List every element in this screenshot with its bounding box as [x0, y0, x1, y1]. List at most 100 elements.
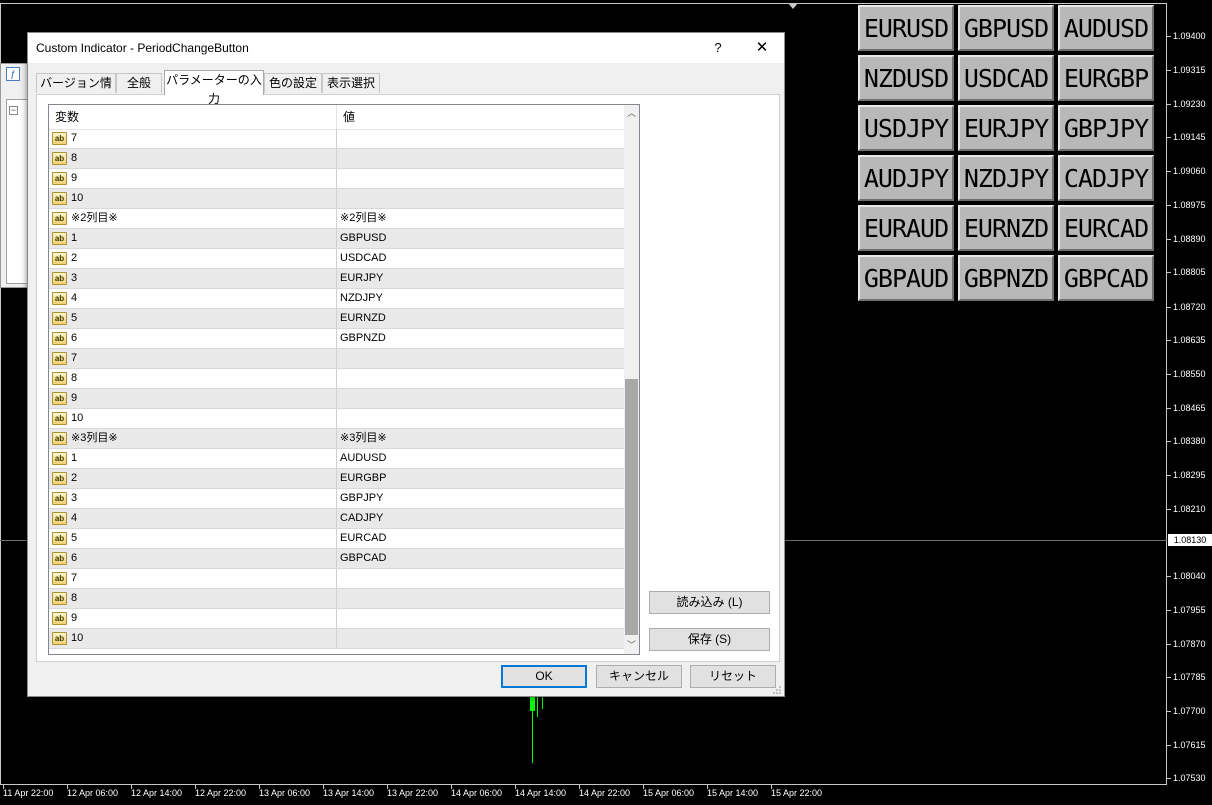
collapse-icon[interactable]: − — [9, 106, 18, 115]
param-value[interactable]: ※3列目※ — [340, 429, 387, 448]
tab-general[interactable]: 全般 — [116, 73, 162, 93]
param-name: 7 — [71, 572, 78, 584]
ok-button[interactable]: OK — [501, 665, 587, 688]
scroll-thumb[interactable] — [625, 379, 638, 635]
param-value[interactable]: GBPNZD — [340, 329, 386, 348]
table-row[interactable]: ab 7 — [49, 129, 624, 149]
param-value[interactable]: GBPUSD — [340, 229, 386, 248]
time-label: 12 Apr 22:00 — [195, 788, 247, 798]
table-row[interactable]: ab 3 GBPJPY — [49, 489, 624, 509]
table-row[interactable]: ab 10 — [49, 629, 624, 649]
param-value[interactable]: CADJPY — [340, 509, 383, 528]
table-row[interactable]: ab 3 EURJPY — [49, 269, 624, 289]
symbol-button-gbpusd[interactable]: GBPUSD — [958, 5, 1054, 51]
save-button[interactable]: 保存 (S) — [649, 628, 770, 651]
param-value[interactable]: EURGBP — [340, 469, 386, 488]
symbol-button-cadjpy[interactable]: CADJPY — [1058, 155, 1154, 201]
table-row[interactable]: ab 8 — [49, 589, 624, 609]
tab-visualization[interactable]: 表示選択 — [322, 73, 380, 93]
table-row[interactable]: ab 10 — [49, 409, 624, 429]
string-param-icon: ab — [52, 512, 67, 525]
load-button[interactable]: 読み込み (L) — [649, 591, 770, 614]
symbol-button-euraud[interactable]: EURAUD — [858, 205, 954, 251]
tab-input-parameters[interactable]: パラメーターの入力 — [164, 70, 264, 106]
symbol-button-gbpnzd[interactable]: GBPNZD — [958, 255, 1054, 301]
cell-separator — [336, 569, 337, 588]
table-row[interactable]: ab 7 — [49, 349, 624, 369]
table-row[interactable]: ab 5 EURCAD — [49, 529, 624, 549]
table-row[interactable]: ab 1 AUDUSD — [49, 449, 624, 469]
symbol-button-eurcad[interactable]: EURCAD — [1058, 205, 1154, 251]
param-name: 10 — [71, 192, 84, 204]
symbol-button-eurusd[interactable]: EURUSD — [858, 5, 954, 51]
param-value[interactable]: USDCAD — [340, 249, 386, 268]
price-label: 1.08550 — [1173, 369, 1206, 379]
symbol-button-gbpjpy[interactable]: GBPJPY — [1058, 105, 1154, 151]
table-row[interactable]: ab 6 GBPNZD — [49, 329, 624, 349]
symbol-button-audusd[interactable]: AUDUSD — [1058, 5, 1154, 51]
symbol-button-eurgbp[interactable]: EURGBP — [1058, 55, 1154, 101]
param-name: 3 — [71, 272, 78, 284]
table-row[interactable]: ab 9 — [49, 609, 624, 629]
param-value[interactable]: EURJPY — [340, 269, 383, 288]
cell-separator — [336, 429, 337, 448]
shift-marker[interactable] — [788, 3, 798, 9]
vertical-scrollbar[interactable]: ︿ ﹀ — [624, 105, 639, 654]
table-row[interactable]: ab 1 GBPUSD — [49, 229, 624, 249]
param-value[interactable]: GBPCAD — [340, 549, 386, 568]
param-name: 9 — [71, 392, 78, 404]
table-row[interactable]: ab 10 — [49, 189, 624, 209]
price-tick — [1167, 711, 1171, 712]
table-row[interactable]: ab 4 CADJPY — [49, 509, 624, 529]
price-tick — [1167, 576, 1171, 577]
symbol-button-audjpy[interactable]: AUDJPY — [858, 155, 954, 201]
table-row[interactable]: ab ※2列目※ ※2列目※ — [49, 209, 624, 229]
table-row[interactable]: ab ※3列目※ ※3列目※ — [49, 429, 624, 449]
symbol-button-eurnzd[interactable]: EURNZD — [958, 205, 1054, 251]
close-button[interactable]: ✕ — [750, 38, 774, 58]
param-value[interactable]: ※2列目※ — [340, 209, 387, 228]
title-bar[interactable]: Custom Indicator - PeriodChangeButton ? … — [28, 33, 784, 63]
string-param-icon: ab — [52, 572, 67, 585]
cell-separator — [336, 249, 337, 268]
scroll-down-icon[interactable]: ﹀ — [624, 637, 639, 654]
help-button[interactable]: ? — [708, 38, 728, 58]
table-row[interactable]: ab 8 — [49, 149, 624, 169]
price-label: 1.08720 — [1173, 302, 1206, 312]
param-value[interactable]: GBPJPY — [340, 489, 383, 508]
param-name: 6 — [71, 552, 78, 564]
symbol-button-nzdusd[interactable]: NZDUSD — [858, 55, 954, 101]
resize-grip-icon[interactable] — [772, 685, 782, 695]
tab-version-info[interactable]: バージョン情報 — [36, 73, 116, 109]
symbol-button-usdcad[interactable]: USDCAD — [958, 55, 1054, 101]
table-row[interactable]: ab 6 GBPCAD — [49, 549, 624, 569]
tab-colors[interactable]: 色の設定 — [264, 73, 322, 93]
param-value[interactable]: EURNZD — [340, 309, 386, 328]
time-axis[interactable]: 11 Apr 22:00 12 Apr 06:00 12 Apr 14:00 12 A… — [0, 785, 1167, 805]
table-row[interactable]: ab 9 — [49, 389, 624, 409]
table-row[interactable]: ab 5 EURNZD — [49, 309, 624, 329]
param-value[interactable]: NZDJPY — [340, 289, 383, 308]
param-value[interactable]: EURCAD — [340, 529, 386, 548]
string-param-icon: ab — [52, 312, 67, 325]
price-axis[interactable]: 1.09400 1.09315 1.09230 1.09145 1.09060 1.089… — [1167, 0, 1212, 785]
reset-button[interactable]: リセット — [690, 665, 776, 688]
table-row[interactable]: ab 2 USDCAD — [49, 249, 624, 269]
table-row[interactable]: ab 2 EURGBP — [49, 469, 624, 489]
cancel-button[interactable]: キャンセル — [596, 665, 682, 688]
symbol-button-gbpcad[interactable]: GBPCAD — [1058, 255, 1154, 301]
table-row[interactable]: ab 8 — [49, 369, 624, 389]
symbol-button-nzdjpy[interactable]: NZDJPY — [958, 155, 1054, 201]
symbol-button-eurjpy[interactable]: EURJPY — [958, 105, 1054, 151]
string-param-icon: ab — [52, 452, 67, 465]
table-row[interactable]: ab 7 — [49, 569, 624, 589]
column-header-variable[interactable]: 変数 — [49, 105, 336, 129]
scroll-up-icon[interactable]: ︿ — [624, 105, 639, 122]
symbol-button-gbpaud[interactable]: GBPAUD — [858, 255, 954, 301]
price-tick — [1167, 171, 1171, 172]
param-value[interactable]: AUDUSD — [340, 449, 386, 468]
column-header-value[interactable]: 値 — [337, 105, 624, 129]
symbol-button-usdjpy[interactable]: USDJPY — [858, 105, 954, 151]
table-row[interactable]: ab 4 NZDJPY — [49, 289, 624, 309]
table-row[interactable]: ab 9 — [49, 169, 624, 189]
